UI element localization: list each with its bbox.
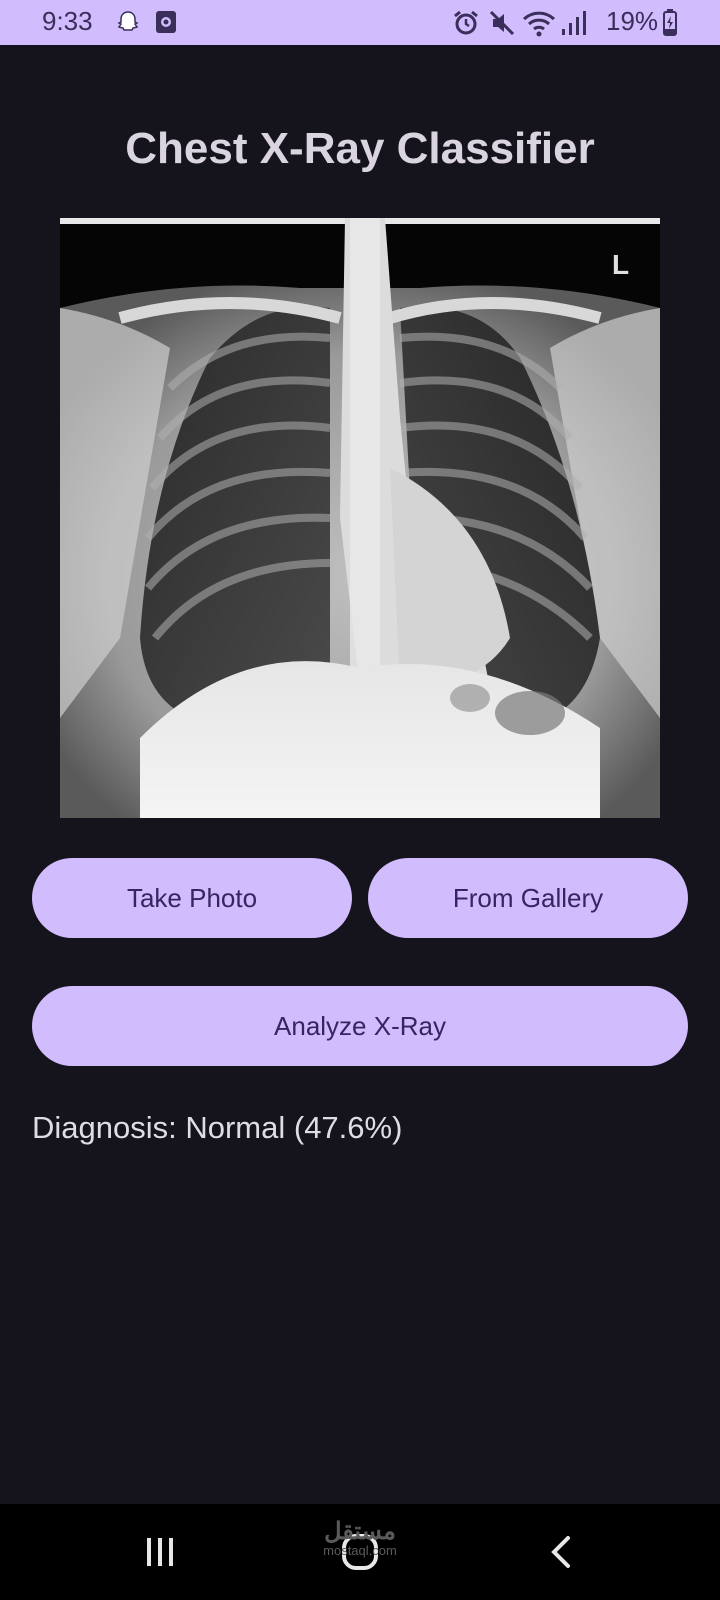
status-time: 9:33 (42, 6, 93, 36)
status-bar: 9:33 19% (0, 0, 720, 45)
snapchat-icon (114, 9, 142, 42)
battery-charging-icon (662, 9, 678, 42)
from-gallery-label: From Gallery (452, 882, 604, 913)
battery-percentage: 19% (606, 6, 659, 36)
alarm-icon (452, 9, 480, 42)
mute-icon (488, 9, 516, 42)
screen-record-icon (154, 9, 178, 40)
xray-image: L (60, 218, 660, 818)
watermark-domain: mostaql.com (323, 1543, 397, 1558)
take-photo-label: Take Photo (126, 882, 258, 913)
wifi-icon (522, 9, 556, 42)
xray-side-marker: L (612, 249, 629, 280)
analyze-xray-button[interactable]: Analyze X-Ray (32, 986, 688, 1066)
back-icon[interactable] (522, 1504, 602, 1600)
recents-icon[interactable] (120, 1504, 200, 1600)
page-title: Chest X-Ray Classifier (125, 124, 595, 173)
signal-icon (560, 9, 588, 42)
from-gallery-button[interactable]: From Gallery (368, 858, 688, 938)
analyze-xray-label: Analyze X-Ray (274, 1010, 446, 1041)
take-photo-button[interactable]: Take Photo (32, 858, 352, 938)
watermark: مستقل mostaql.com (300, 1520, 420, 1558)
watermark-arabic: مستقل (324, 1518, 396, 1545)
diagnosis-result: Diagnosis: Normal (47.6%) (32, 1110, 403, 1145)
